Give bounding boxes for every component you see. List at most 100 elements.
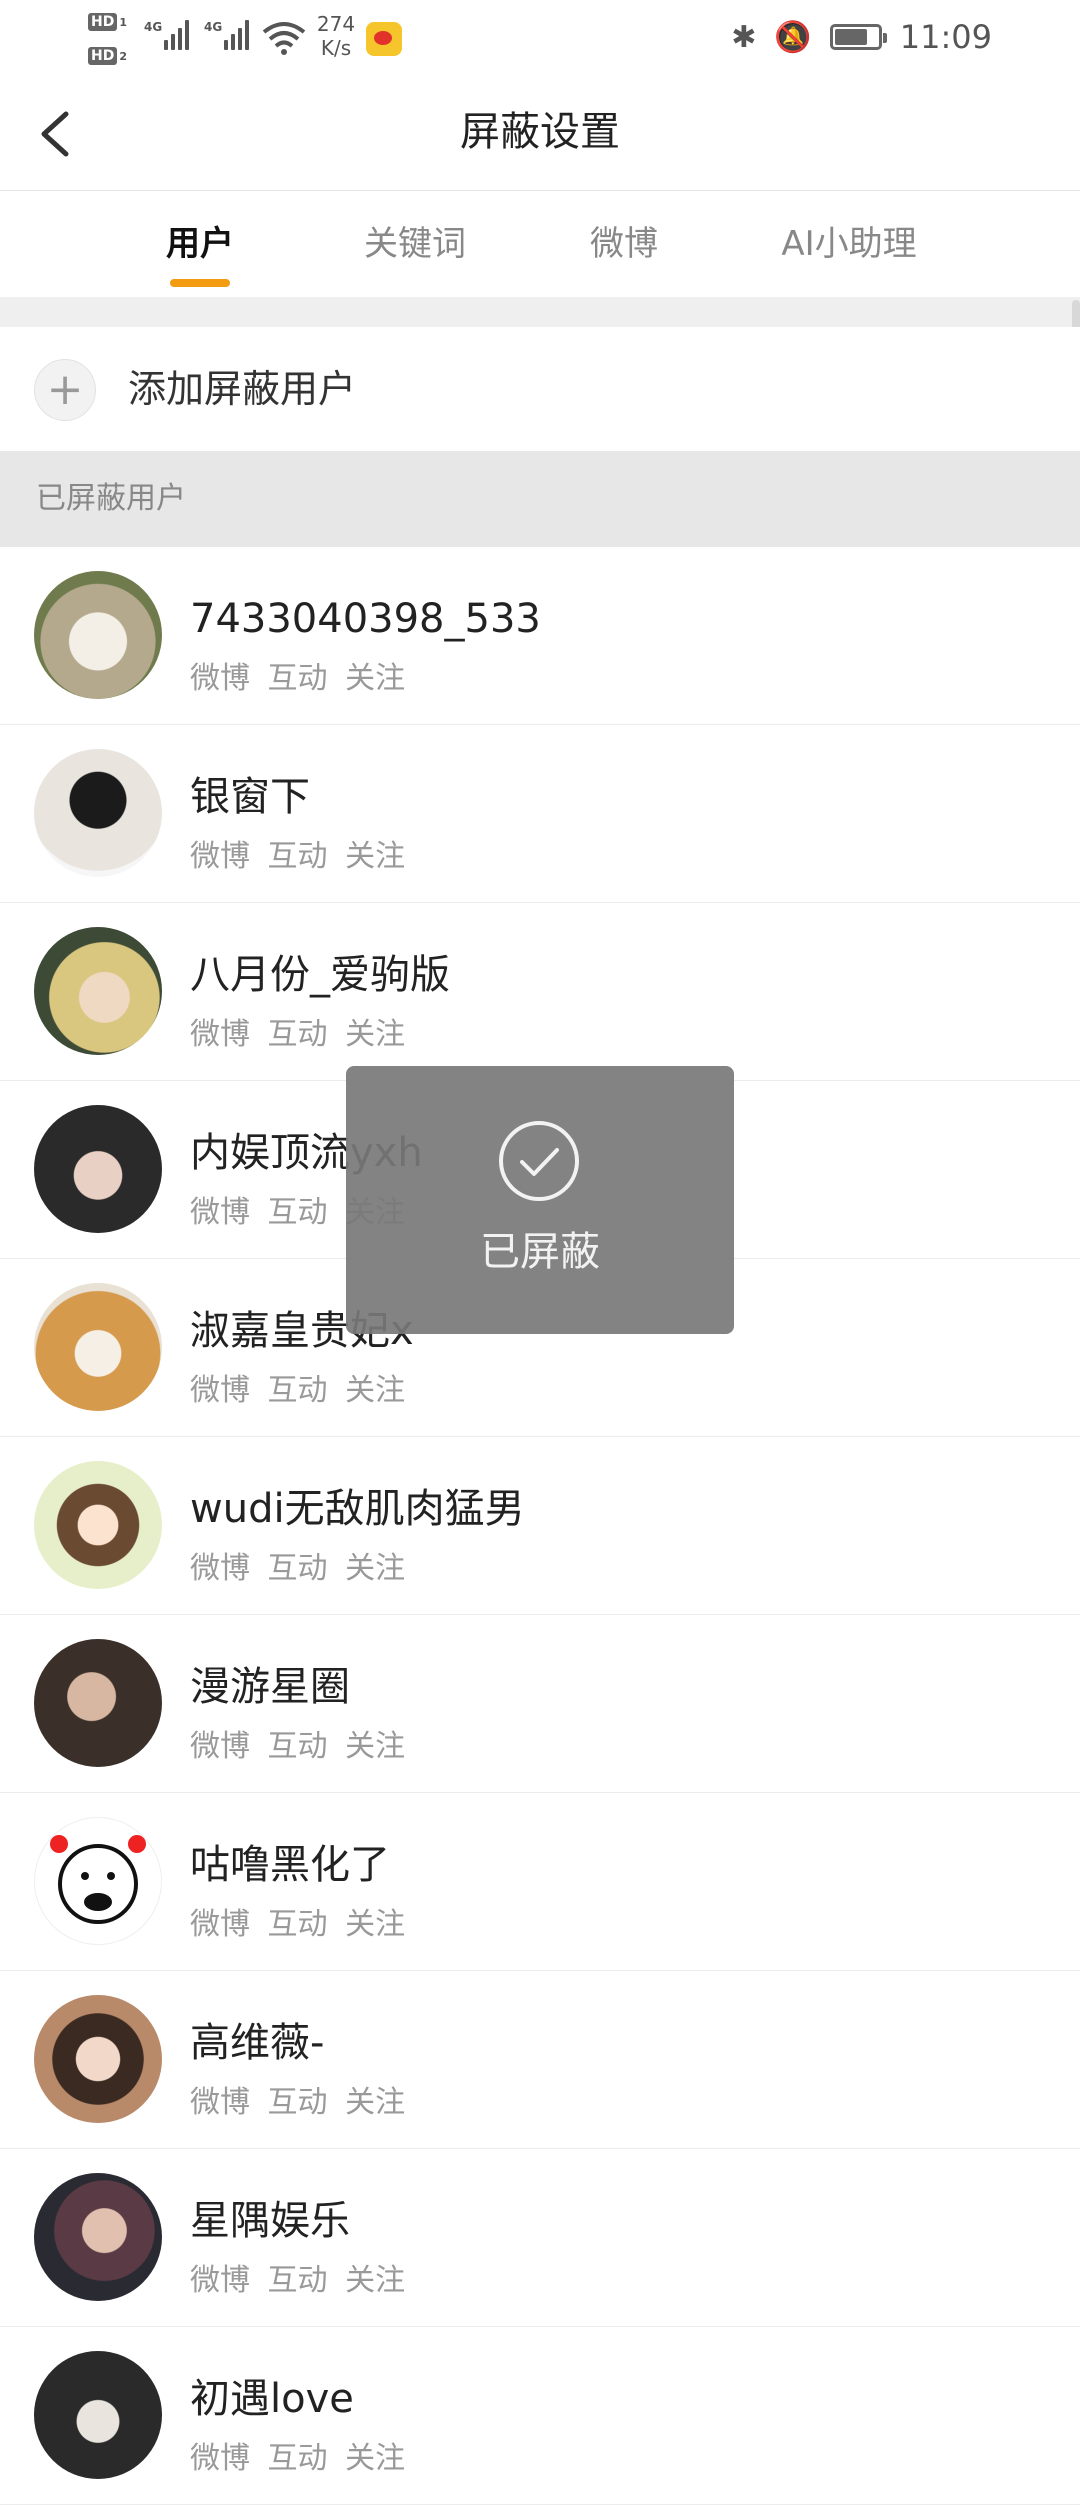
meta-interaction: 互动 xyxy=(267,1195,328,1230)
meta-weibo: 微博 xyxy=(190,2263,250,2298)
meta-weibo: 微博 xyxy=(190,1907,250,1942)
toast-blocked: 已屏蔽 xyxy=(346,1066,734,1334)
meta-follow: 关注 xyxy=(345,2085,406,2120)
meta-follow: 关注 xyxy=(345,2441,406,2476)
user-meta: 微博 互动 关注 xyxy=(190,1727,405,1767)
hd-sub: 1 xyxy=(119,15,127,29)
meta-weibo: 微博 xyxy=(190,1017,250,1052)
user-name: 咕噜黑化了 xyxy=(190,1842,390,1888)
meta-follow: 关注 xyxy=(345,1551,406,1586)
meta-follow: 关注 xyxy=(345,839,406,874)
list-item[interactable]: 高维薇- 微博 互动 关注 xyxy=(0,1971,1080,2149)
tab-weibo[interactable]: 微博 xyxy=(574,219,674,269)
meta-weibo: 微博 xyxy=(190,1195,250,1230)
add-blocked-user-label: 添加屏蔽用户 xyxy=(128,367,357,411)
user-meta: 微博 互动 关注 xyxy=(190,837,405,877)
list-item[interactable]: wudi无敌肌肉猛男 微博 互动 关注 xyxy=(0,1437,1080,1615)
list-item[interactable]: 银窗下 微博 互动 关注 xyxy=(0,725,1080,903)
meta-weibo: 微博 xyxy=(190,1729,250,1764)
avatar xyxy=(34,2351,162,2479)
bluetooth-icon: ✱ xyxy=(731,19,757,55)
meta-weibo: 微博 xyxy=(190,2441,250,2476)
tab-users[interactable]: 用户 xyxy=(150,219,250,269)
meta-follow: 关注 xyxy=(345,661,406,696)
clock: 11:09 xyxy=(899,18,992,56)
avatar xyxy=(34,1105,162,1233)
bell-off-icon: 🔕 xyxy=(774,19,812,55)
meta-interaction: 互动 xyxy=(267,839,328,874)
avatar xyxy=(34,2173,162,2301)
meta-weibo: 微博 xyxy=(190,1373,250,1408)
status-right: ✱ 🔕 11:09 xyxy=(731,18,992,56)
avatar xyxy=(34,1283,162,1411)
meta-interaction: 互动 xyxy=(267,661,328,696)
user-name: 漫游星圈 xyxy=(190,1664,350,1710)
plus-icon: + xyxy=(34,359,96,421)
list-item[interactable]: 八月份_爱驹版 微博 互动 关注 xyxy=(0,903,1080,1081)
spacer xyxy=(0,297,1080,327)
avatar xyxy=(34,571,162,699)
list-item[interactable]: 咕噜黑化了 微博 互动 关注 xyxy=(0,1793,1080,1971)
meta-interaction: 互动 xyxy=(267,1017,328,1052)
user-meta: 微博 互动 关注 xyxy=(190,659,405,699)
add-blocked-user-row[interactable]: + 添加屏蔽用户 xyxy=(0,327,1080,451)
user-meta: 微博 互动 关注 xyxy=(190,1549,405,1589)
network-type-label: 4G xyxy=(144,20,163,34)
meta-weibo: 微博 xyxy=(190,661,250,696)
list-item[interactable]: 7433040398_533 微博 互动 关注 xyxy=(0,547,1080,725)
toast-message: 已屏蔽 xyxy=(480,1229,600,1275)
status-bar: HD 1 HD 2 4G 4G 274 K/s ✱ 🔕 11:09 xyxy=(0,0,1080,78)
meta-interaction: 互动 xyxy=(267,1551,328,1586)
meta-follow: 关注 xyxy=(345,1017,406,1052)
user-name: 银窗下 xyxy=(190,774,310,820)
meta-interaction: 互动 xyxy=(267,1373,328,1408)
user-name: wudi无敌肌肉猛男 xyxy=(190,1486,525,1532)
cell-signal-icon: 4G xyxy=(204,20,252,50)
avatar xyxy=(34,1639,162,1767)
page-title: 屏蔽设置 xyxy=(460,109,620,155)
hd-label: HD xyxy=(88,13,118,31)
meta-weibo: 微博 xyxy=(190,839,250,874)
network-type-label: 4G xyxy=(204,20,223,34)
avatar xyxy=(34,1461,162,1589)
list-item[interactable]: 漫游星圈 微博 互动 关注 xyxy=(0,1615,1080,1793)
list-item[interactable]: 星隅娱乐 微博 互动 关注 xyxy=(0,2149,1080,2327)
meta-interaction: 互动 xyxy=(267,1729,328,1764)
avatar xyxy=(34,749,162,877)
hd-indicator-2: HD 2 xyxy=(88,46,136,66)
avatar xyxy=(34,927,162,1055)
speed-value: 274 xyxy=(316,12,356,36)
meta-follow: 关注 xyxy=(345,2263,406,2298)
meta-follow: 关注 xyxy=(345,1373,406,1408)
list-item[interactable]: 初遇love 微博 互动 关注 xyxy=(0,2327,1080,2505)
meta-interaction: 互动 xyxy=(267,2441,328,2476)
cell-signal-icon: 4G xyxy=(144,20,192,50)
active-tab-indicator xyxy=(170,279,230,287)
hd-indicator-1: HD 1 xyxy=(88,12,136,32)
title-bar: 屏蔽设置 xyxy=(0,78,1080,191)
meta-weibo: 微博 xyxy=(190,2085,250,2120)
speed-unit: K/s xyxy=(320,36,352,60)
section-title: 已屏蔽用户 xyxy=(36,481,186,516)
tab-ai-assistant[interactable]: AI小助理 xyxy=(764,219,934,269)
user-name: 7433040398_533 xyxy=(190,596,541,642)
meta-interaction: 互动 xyxy=(267,2263,328,2298)
weibo-app-icon xyxy=(366,22,402,56)
meta-interaction: 互动 xyxy=(267,1907,328,1942)
user-meta: 微博 互动 关注 xyxy=(190,2439,405,2479)
hd-label: HD xyxy=(88,47,118,65)
tab-keywords[interactable]: 关键词 xyxy=(345,219,485,269)
user-name: 星隅娱乐 xyxy=(190,2198,350,2244)
tab-bar: 用户 关键词 微博 AI小助理 xyxy=(0,191,1080,297)
user-meta: 微博 互动 关注 xyxy=(190,1015,405,1055)
battery-charging-icon xyxy=(829,24,887,50)
wifi-icon xyxy=(262,22,306,55)
check-circle-icon xyxy=(499,1121,579,1201)
avatar xyxy=(34,1817,162,1945)
meta-weibo: 微博 xyxy=(190,1551,250,1586)
user-meta: 微博 互动 关注 xyxy=(190,2261,405,2301)
user-name: 高维薇- xyxy=(190,2020,325,2066)
hd-sub: 2 xyxy=(119,49,127,63)
user-name: 八月份_爱驹版 xyxy=(190,952,450,998)
user-name: 初遇love xyxy=(190,2376,354,2422)
